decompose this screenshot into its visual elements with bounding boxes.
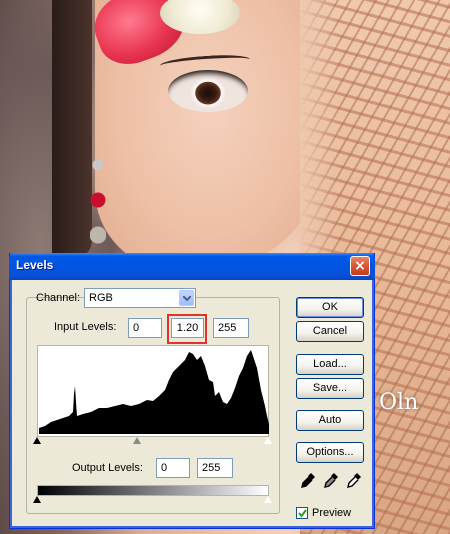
dialog-title: Levels — [16, 258, 54, 272]
watermark-text: Oln — [379, 390, 419, 415]
input-slider[interactable] — [33, 436, 273, 447]
input-black-field[interactable]: 0 — [128, 318, 162, 338]
histogram-shape — [39, 350, 269, 434]
black-input-slider-handle[interactable] — [33, 437, 41, 444]
channel-value: RGB — [89, 292, 113, 304]
channel-select[interactable]: RGB — [84, 288, 196, 308]
input-gamma-field[interactable]: 1.20 — [171, 318, 204, 338]
output-slider[interactable] — [33, 495, 273, 506]
white-output-slider-handle[interactable] — [263, 495, 273, 504]
black-output-slider-handle[interactable] — [33, 496, 41, 503]
cancel-button[interactable]: Cancel — [296, 321, 364, 342]
input-white-field[interactable]: 255 — [213, 318, 249, 338]
auto-button[interactable]: Auto — [296, 410, 364, 431]
save-button[interactable]: Save... — [296, 378, 364, 399]
output-gradient-bar — [37, 485, 269, 496]
earring — [90, 155, 106, 245]
output-white-field[interactable]: 255 — [197, 458, 233, 478]
histogram — [37, 345, 269, 437]
chevron-down-icon[interactable] — [179, 290, 194, 306]
black-eyedropper-icon[interactable] — [300, 472, 316, 490]
preview-checkbox[interactable] — [296, 507, 308, 519]
white-input-slider-handle[interactable] — [263, 436, 273, 445]
close-button[interactable]: × — [350, 256, 370, 276]
gray-eyedropper-icon[interactable] — [323, 472, 339, 490]
gamma-slider-handle[interactable] — [133, 437, 141, 444]
levels-dialog: Levels × Channel: RGB Input Levels: 0 1.… — [9, 253, 375, 529]
channel-label: Channel: — [36, 292, 81, 304]
eye — [168, 70, 248, 112]
title-bar[interactable]: Levels × — [9, 253, 375, 280]
ok-button[interactable]: OK — [296, 297, 364, 318]
fan-edge — [300, 0, 340, 260]
options-button[interactable]: Options... — [296, 442, 364, 463]
white-eyedropper-icon[interactable] — [346, 472, 362, 490]
hair — [52, 0, 92, 260]
close-icon: × — [354, 258, 366, 274]
output-black-field[interactable]: 0 — [156, 458, 190, 478]
checkmark-icon — [298, 509, 307, 518]
preview-label: Preview — [312, 507, 352, 519]
output-levels-label: Output Levels: — [72, 462, 143, 474]
load-button[interactable]: Load... — [296, 354, 364, 375]
histogram-graph — [39, 350, 269, 434]
input-levels-label: Input Levels: — [54, 321, 117, 333]
